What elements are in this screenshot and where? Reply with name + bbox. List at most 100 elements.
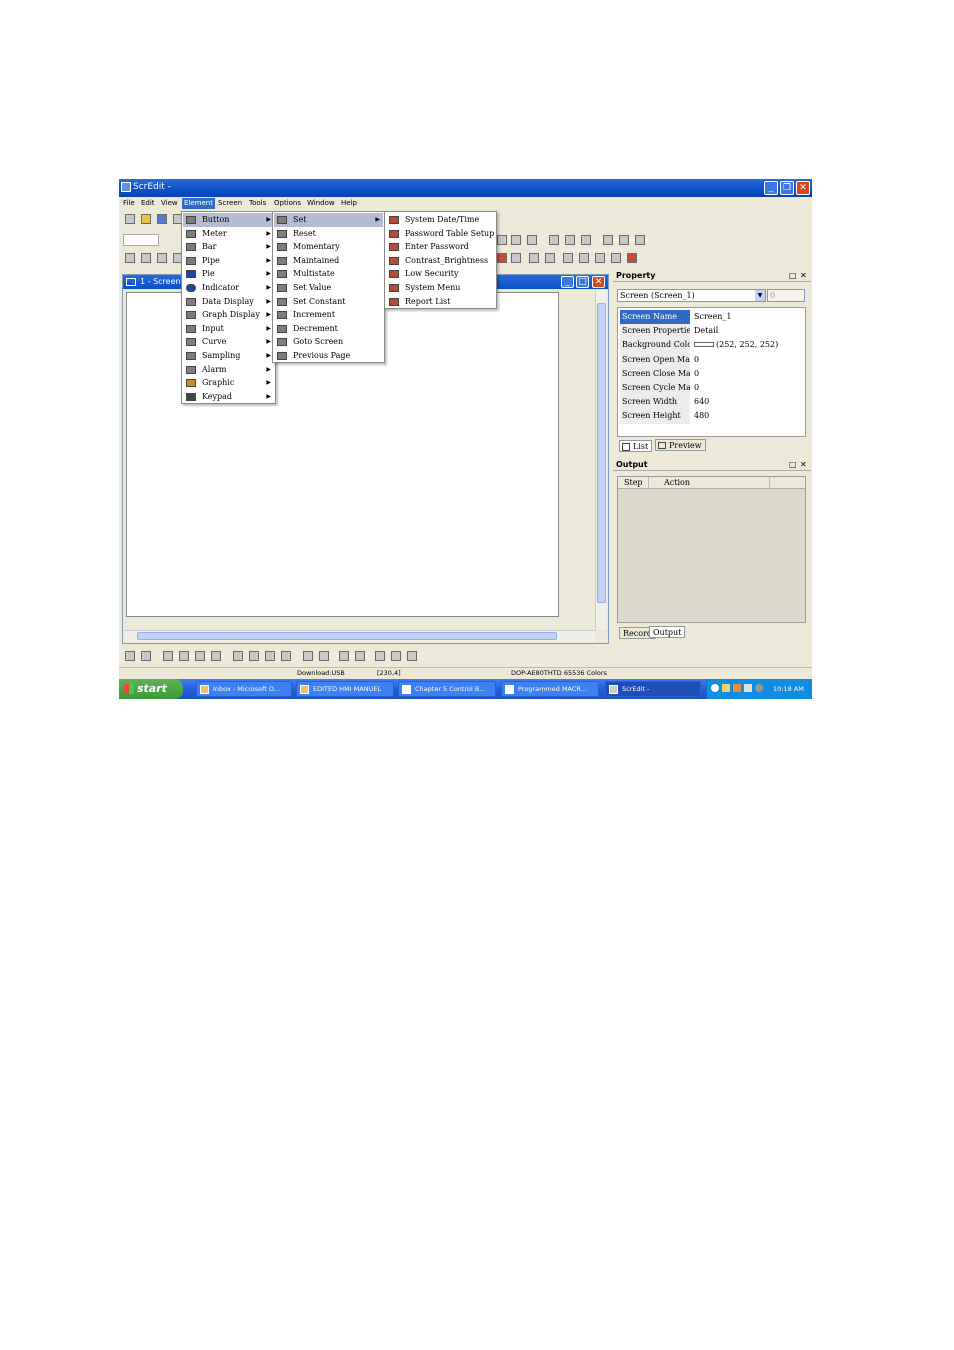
distribute-bottom-icon[interactable] <box>281 651 291 661</box>
arrow-right-tool-icon[interactable] <box>545 253 555 263</box>
taskbar-item[interactable]: Programmed MACR... <box>501 681 599 697</box>
align-center-icon[interactable] <box>511 235 521 245</box>
property-row[interactable]: Screen Width 640 <box>620 395 803 410</box>
meter-tool-icon[interactable] <box>141 253 151 263</box>
same-height-icon[interactable] <box>619 235 629 245</box>
float-icon[interactable]: □ <box>789 271 797 280</box>
new-file-icon[interactable] <box>125 214 135 224</box>
button-tool-icon[interactable] <box>125 253 135 263</box>
menu-window[interactable]: Window <box>307 199 335 207</box>
open-file-icon[interactable] <box>141 214 151 224</box>
menu-item-data-display[interactable]: Data Display ▶ <box>183 295 274 309</box>
vertical-scroll-thumb[interactable] <box>597 303 606 603</box>
chevron-down-icon[interactable]: ▼ <box>755 290 765 301</box>
bring-forward-icon[interactable] <box>195 651 205 661</box>
calendar-tool-icon[interactable] <box>563 253 573 263</box>
panel-close-icon[interactable]: ✕ <box>800 271 807 280</box>
taskbar-item-active[interactable]: ScrEdit - <box>605 681 701 697</box>
property-row[interactable]: Screen Close Macro0 <box>620 366 803 381</box>
send-back-icon[interactable] <box>179 651 189 661</box>
menu-help[interactable]: Help <box>341 199 357 207</box>
menu-file[interactable]: File <box>123 199 135 207</box>
menu-item-bar[interactable]: Bar ▶ <box>183 240 274 254</box>
menu-item-indicator[interactable]: Indicator ▶ <box>183 281 274 295</box>
alarm-tool-icon[interactable] <box>497 253 507 263</box>
arrow-left-tool-icon[interactable] <box>529 253 539 263</box>
layer-spinner[interactable]: 0 <box>767 289 805 302</box>
taskbar-item[interactable]: Chapter 5 Control B... <box>398 681 496 697</box>
transfer-tool-icon[interactable] <box>627 253 637 263</box>
menu-item-momentary[interactable]: Momentary <box>274 240 383 254</box>
ungroup-icon[interactable] <box>141 651 151 661</box>
tab-preview[interactable]: Preview <box>655 439 706 451</box>
property-row[interactable]: Screen Name Screen_1 <box>620 310 803 325</box>
menu-item-curve[interactable]: Curve ▶ <box>183 335 274 349</box>
property-row[interactable]: Screen Height 480 <box>620 409 803 424</box>
align-left-icon[interactable] <box>497 235 507 245</box>
space-horizontal-icon[interactable] <box>339 651 349 661</box>
menu-item-sampling[interactable]: Sampling ▶ <box>183 349 274 363</box>
column-step[interactable]: Step <box>624 478 643 487</box>
distribute-left-icon[interactable] <box>233 651 243 661</box>
property-row[interactable]: Background Color (252, 252, 252) <box>620 338 803 353</box>
close-button[interactable]: ✕ <box>796 181 810 195</box>
menu-item-graph-display[interactable]: Graph Display ▶ <box>183 308 274 322</box>
grid-icon[interactable] <box>407 651 417 661</box>
upload-tool-icon[interactable] <box>595 253 605 263</box>
height-icon[interactable] <box>391 651 401 661</box>
save-icon[interactable] <box>157 214 167 224</box>
maximize-button[interactable]: ❐ <box>780 181 794 195</box>
menu-item-report-list[interactable]: Report List <box>386 295 495 309</box>
taskbar-item[interactable]: Inbox - Microsoft O... <box>196 681 292 697</box>
tab-output[interactable]: Output <box>649 626 686 638</box>
property-row[interactable]: Screen Cycle Macro0 <box>620 381 803 396</box>
download-tool-icon[interactable] <box>579 253 589 263</box>
group-icon[interactable] <box>125 651 135 661</box>
menu-item-button[interactable]: Button ▶ <box>183 213 274 227</box>
eraser-tool-icon[interactable] <box>611 253 621 263</box>
menu-item-goto-screen[interactable]: Goto Screen <box>274 335 383 349</box>
mail-icon[interactable] <box>722 684 730 692</box>
screen-minimize-button[interactable]: _ <box>561 276 574 288</box>
menu-item-set-value[interactable]: Set Value <box>274 281 383 295</box>
color-swatch[interactable] <box>694 342 714 348</box>
float-icon[interactable]: □ <box>789 460 797 469</box>
menu-view[interactable]: View <box>161 199 178 207</box>
menu-item-maintained[interactable]: Maintained <box>274 254 383 268</box>
network-icon[interactable] <box>711 684 719 692</box>
taskbar-item[interactable]: EDITED HMI MANUEL <box>296 681 394 697</box>
start-button[interactable]: start <box>119 679 183 699</box>
menu-item-alarm[interactable]: Alarm ▶ <box>183 363 274 377</box>
graphic-tool-icon[interactable] <box>511 253 521 263</box>
update-icon[interactable] <box>733 684 741 692</box>
object-select[interactable]: Screen (Screen_1) ▼ <box>617 289 766 302</box>
distribute-right-icon[interactable] <box>249 651 259 661</box>
horizontal-scroll-thumb[interactable] <box>137 632 557 640</box>
menu-item-password-table-setup[interactable]: Password Table Setup <box>386 227 495 241</box>
menu-item-graphic[interactable]: Graphic ▶ <box>183 376 274 390</box>
property-row[interactable]: Screen Properties Detail <box>620 324 803 339</box>
menu-item-system-menu[interactable]: System Menu <box>386 281 495 295</box>
menu-item-input[interactable]: Input ▶ <box>183 322 274 336</box>
menu-item-increment[interactable]: Increment <box>274 308 383 322</box>
menu-item-keypad[interactable]: Keypad ▶ <box>183 390 274 404</box>
space-vertical-icon[interactable] <box>355 651 365 661</box>
menu-item-enter-password[interactable]: Enter Password <box>386 240 495 254</box>
panel-close-icon[interactable]: ✕ <box>800 460 807 469</box>
security-icon[interactable] <box>755 684 763 692</box>
clock[interactable]: 10:18 AM <box>773 685 804 693</box>
menu-item-pie[interactable]: Pie ▶ <box>183 267 274 281</box>
menu-options[interactable]: Options <box>274 199 301 207</box>
align-right-icon[interactable] <box>527 235 537 245</box>
menu-item-multistate[interactable]: Multistate <box>274 267 383 281</box>
volume-icon[interactable] <box>744 684 752 692</box>
menu-edit[interactable]: Edit <box>141 199 155 207</box>
menu-item-contrast-brightness[interactable]: Contrast_Brightness <box>386 254 495 268</box>
menu-item-low-security[interactable]: Low Security <box>386 267 495 281</box>
menu-tools[interactable]: Tools <box>249 199 266 207</box>
menu-element[interactable]: Element <box>182 198 215 209</box>
menu-item-pipe[interactable]: Pipe ▶ <box>183 254 274 268</box>
menu-item-meter[interactable]: Meter ▶ <box>183 227 274 241</box>
menu-item-decrement[interactable]: Decrement <box>274 322 383 336</box>
font-size-select[interactable] <box>123 234 159 246</box>
